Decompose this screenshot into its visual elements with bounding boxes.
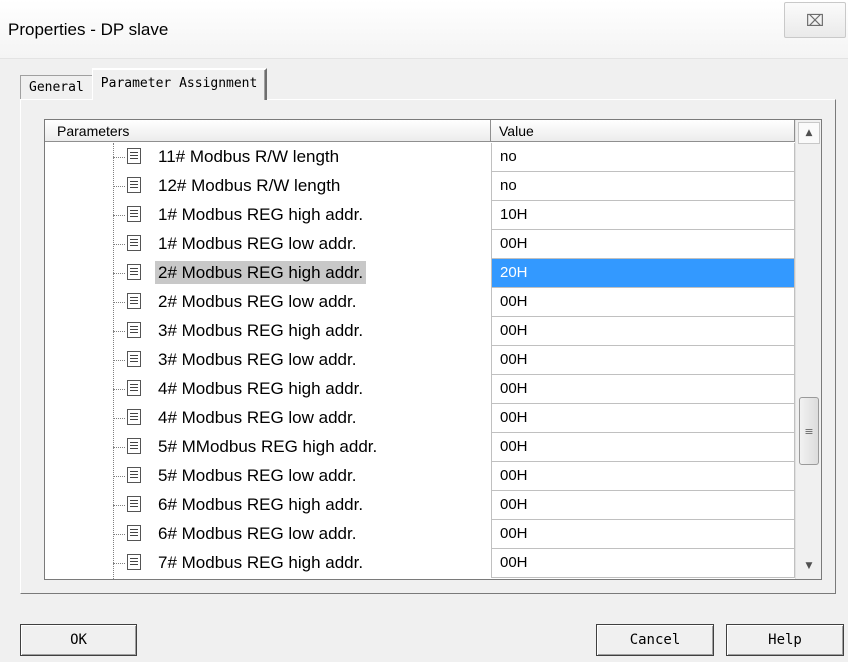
parameter-document-icon <box>127 467 141 483</box>
parameter-document-icon <box>127 264 141 280</box>
tree-connector <box>113 331 125 332</box>
tab-strip: General Parameter Assignment <box>20 66 268 100</box>
parameter-label[interactable]: 1# Modbus REG high addr. <box>155 203 366 226</box>
parameter-row[interactable]: 3# Modbus REG high addr. 00H <box>45 317 795 346</box>
parameter-document-icon <box>127 206 141 222</box>
parameter-document-icon <box>127 380 141 396</box>
parameter-label[interactable]: 6# Modbus REG high addr. <box>155 493 366 516</box>
tab-parameter-assignment[interactable]: Parameter Assignment <box>91 68 268 100</box>
parameter-document-icon <box>127 496 141 512</box>
parameter-value[interactable]: 00H <box>491 549 795 578</box>
parameter-document-icon <box>127 293 141 309</box>
parameter-value[interactable]: no <box>491 143 795 172</box>
tree-connector <box>113 186 125 187</box>
help-button[interactable]: Help <box>726 624 844 656</box>
parameter-row[interactable]: 2# Modbus REG low addr. 00H <box>45 288 795 317</box>
parameter-label[interactable]: 1# Modbus REG low addr. <box>155 232 359 255</box>
parameter-label[interactable]: 7# Modbus REG high addr. <box>155 551 366 574</box>
parameter-label[interactable]: 11# Modbus R/W length <box>155 145 342 168</box>
parameter-value[interactable]: 00H <box>491 317 795 346</box>
grid-rows: 11# Modbus R/W length no 12# Modbus R/W le… <box>45 143 795 578</box>
parameter-label[interactable]: 5# Modbus REG low addr. <box>155 464 359 487</box>
column-header-parameters[interactable]: Parameters <box>45 120 491 142</box>
parameter-label[interactable]: 5# MModbus REG high addr. <box>155 435 380 458</box>
grip-icon: ≡ <box>804 424 814 438</box>
parameter-label[interactable]: 2# Modbus REG high addr. <box>155 261 367 284</box>
parameter-value[interactable]: 00H <box>491 288 795 317</box>
parameter-document-icon <box>127 409 141 425</box>
parameter-document-icon <box>127 438 141 454</box>
parameter-row[interactable]: 3# Modbus REG low addr. 00H <box>45 346 795 375</box>
parameter-label[interactable]: 12# Modbus R/W length <box>155 174 343 197</box>
parameter-document-icon <box>127 525 141 541</box>
close-icon: ⌧ <box>805 10 825 30</box>
parameter-label[interactable]: 4# Modbus REG low addr. <box>155 406 359 429</box>
parameter-document-icon <box>127 235 141 251</box>
parameter-row[interactable]: 11# Modbus R/W length no <box>45 143 795 172</box>
parameter-document-icon <box>127 177 141 193</box>
parameter-value[interactable]: 00H <box>491 520 795 549</box>
vertical-scrollbar[interactable]: ▲ ≡ ▼ <box>795 120 821 579</box>
parameter-value[interactable]: 00H <box>491 230 795 259</box>
parameter-grid: Parameters Value 11# Modbus R/W length no… <box>44 119 822 580</box>
scroll-up-button[interactable]: ▲ <box>798 122 820 144</box>
column-header-value[interactable]: Value <box>491 120 795 142</box>
parameter-value[interactable]: 20H <box>491 259 795 288</box>
parameter-row[interactable]: 1# Modbus REG high addr. 10H <box>45 201 795 230</box>
tree-connector <box>113 302 125 303</box>
tree-connector <box>113 534 125 535</box>
tree-connector <box>113 563 125 564</box>
parameter-row[interactable]: 5# MModbus REG high addr. 00H <box>45 433 795 462</box>
parameter-value[interactable]: 00H <box>491 404 795 433</box>
parameter-document-icon <box>127 148 141 164</box>
tree-connector <box>113 273 125 274</box>
cancel-button[interactable]: Cancel <box>596 624 714 656</box>
parameter-label[interactable]: 4# Modbus REG high addr. <box>155 377 366 400</box>
parameter-value[interactable]: 00H <box>491 491 795 520</box>
close-button[interactable]: ⌧ <box>784 2 846 38</box>
parameter-label[interactable]: 6# Modbus REG low addr. <box>155 522 359 545</box>
parameter-document-icon <box>127 351 141 367</box>
title-bar: Properties - DP slave ⌧ <box>0 0 848 59</box>
parameter-row[interactable]: 4# Modbus REG low addr. 00H <box>45 404 795 433</box>
tab-general[interactable]: General <box>20 75 93 100</box>
tree-connector <box>113 505 125 506</box>
parameter-value[interactable]: 00H <box>491 346 795 375</box>
parameter-value[interactable]: 10H <box>491 201 795 230</box>
tree-connector <box>113 418 125 419</box>
parameter-label[interactable]: 3# Modbus REG low addr. <box>155 348 359 371</box>
parameter-row[interactable]: 4# Modbus REG high addr. 00H <box>45 375 795 404</box>
tree-connector <box>113 157 125 158</box>
grid-header: Parameters Value <box>45 120 795 143</box>
parameter-row[interactable]: 1# Modbus REG low addr. 00H <box>45 230 795 259</box>
parameter-row[interactable]: 7# Modbus REG high addr. 00H <box>45 549 795 578</box>
parameter-value[interactable]: 00H <box>491 462 795 491</box>
tree-connector <box>113 360 125 361</box>
window-title: Properties - DP slave <box>8 20 169 39</box>
parameter-row[interactable]: 6# Modbus REG high addr. 00H <box>45 491 795 520</box>
parameter-document-icon <box>127 322 141 338</box>
parameter-row[interactable]: 5# Modbus REG low addr. 00H <box>45 462 795 491</box>
parameter-value[interactable]: no <box>491 172 795 201</box>
tree-connector <box>113 215 125 216</box>
parameter-document-icon <box>127 554 141 570</box>
tree-connector <box>113 244 125 245</box>
parameter-value[interactable]: 00H <box>491 375 795 404</box>
parameter-label[interactable]: 3# Modbus REG high addr. <box>155 319 366 342</box>
parameter-label[interactable]: 2# Modbus REG low addr. <box>155 290 359 313</box>
scroll-thumb[interactable]: ≡ <box>799 397 819 465</box>
parameter-row[interactable]: 6# Modbus REG low addr. 00H <box>45 520 795 549</box>
tree-connector <box>113 476 125 477</box>
arrow-down-icon: ▼ <box>805 561 813 571</box>
tree-connector <box>113 389 125 390</box>
arrow-up-icon: ▲ <box>805 128 813 138</box>
tree-connector <box>113 447 125 448</box>
parameter-row[interactable]: 12# Modbus R/W length no <box>45 172 795 201</box>
ok-button[interactable]: OK <box>20 624 137 656</box>
parameter-value[interactable]: 00H <box>491 433 795 462</box>
scroll-down-button[interactable]: ▼ <box>798 555 820 577</box>
parameter-row[interactable]: 2# Modbus REG high addr. 20H <box>45 259 795 288</box>
